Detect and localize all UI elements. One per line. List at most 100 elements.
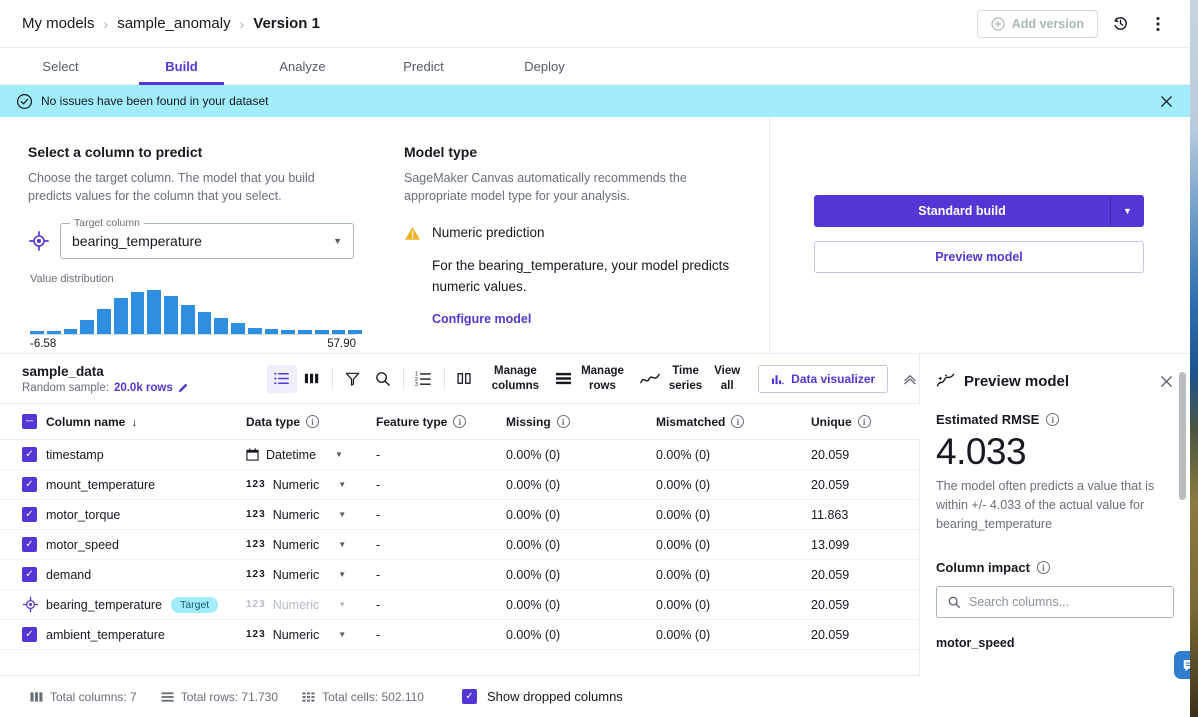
sample-rows-value[interactable]: 20.0k rows bbox=[114, 382, 173, 394]
show-dropped-columns-checkbox[interactable]: ✓ bbox=[461, 689, 477, 704]
build-options-dropdown[interactable]: ▼ bbox=[1110, 195, 1144, 227]
breadcrumb-item-my-models[interactable]: My models bbox=[22, 15, 95, 32]
dataset-status-banner: No issues have been found in your datase… bbox=[0, 85, 1190, 117]
chevron-down-icon[interactable]: ▼ bbox=[338, 630, 346, 639]
tab-analyze[interactable]: Analyze bbox=[242, 48, 363, 84]
time-series-label-1: Time bbox=[672, 365, 699, 378]
search-icon[interactable] bbox=[368, 365, 398, 393]
row-checkbox[interactable]: ✓ bbox=[22, 627, 37, 642]
show-dropped-columns-control[interactable]: ✓ Show dropped columns bbox=[461, 689, 623, 704]
show-dropped-columns-label: Show dropped columns bbox=[486, 689, 623, 704]
info-icon[interactable]: i bbox=[556, 415, 570, 428]
column-name-cell: mount_temperature bbox=[46, 469, 246, 500]
mismatched-cell: 0.00% (0) bbox=[656, 589, 811, 620]
target-crosshair-icon bbox=[28, 230, 50, 252]
histogram-bar bbox=[197, 312, 212, 335]
tab-deploy[interactable]: Deploy bbox=[484, 48, 605, 84]
preview-panel-scrollbar[interactable] bbox=[1179, 372, 1186, 500]
row-select-cell: ✓ bbox=[0, 469, 46, 500]
column-view-icon[interactable] bbox=[297, 365, 327, 393]
pencil-edit-icon[interactable] bbox=[178, 382, 189, 393]
column-name-label: ambient_temperature bbox=[46, 627, 165, 642]
row-select-cell: ✓ bbox=[0, 619, 46, 650]
select-all-checkbox[interactable]: ─ bbox=[22, 414, 37, 429]
chevron-down-icon[interactable]: ▼ bbox=[335, 450, 343, 459]
info-icon[interactable]: i bbox=[306, 415, 320, 428]
info-icon[interactable]: i bbox=[857, 415, 871, 428]
row-checkbox[interactable]: ✓ bbox=[22, 537, 37, 552]
configure-model-link[interactable]: Configure model bbox=[432, 312, 531, 326]
table-row[interactable]: ✓ ambient_temperature 123 Numeric ▼ -0.00% (0… bbox=[0, 619, 920, 650]
breadcrumb-item-sample-anomaly[interactable]: sample_anomaly bbox=[117, 15, 230, 32]
info-icon[interactable]: i bbox=[1046, 413, 1060, 426]
ordered-list-icon[interactable]: 123 bbox=[409, 365, 439, 393]
info-icon[interactable]: i bbox=[1036, 561, 1050, 574]
chevron-down-icon[interactable]: ▼ bbox=[338, 600, 346, 609]
view-all-button[interactable]: View all bbox=[714, 364, 740, 392]
chevron-down-icon[interactable]: ▼ bbox=[338, 480, 346, 489]
target-crosshair-icon[interactable] bbox=[22, 596, 46, 613]
total-columns-stat: Total columns: 7 bbox=[30, 690, 137, 704]
manage-columns-label-2: columns bbox=[491, 379, 540, 392]
split-columns-icon[interactable] bbox=[450, 365, 480, 393]
close-icon[interactable] bbox=[1159, 94, 1174, 109]
header-column-name[interactable]: Column name ↓ bbox=[46, 404, 246, 440]
chevron-down-icon[interactable]: ▼ bbox=[338, 510, 346, 519]
manage-columns-button[interactable]: Manage columns bbox=[492, 364, 539, 392]
chat-bubble-icon[interactable] bbox=[1174, 651, 1190, 679]
preview-model-button[interactable]: Preview model bbox=[814, 241, 1144, 273]
tab-build[interactable]: Build bbox=[121, 48, 242, 85]
kebab-menu-icon[interactable] bbox=[1142, 8, 1174, 40]
manage-rows-button[interactable]: Manage rows bbox=[555, 364, 624, 392]
filter-icon[interactable] bbox=[338, 365, 368, 393]
header-label: Column name bbox=[46, 414, 126, 429]
close-icon[interactable] bbox=[1159, 374, 1174, 389]
table-row[interactable]: ✓ demand 123 Numeric ▼ -0.00% (0) 0.00% (0) 20.… bbox=[0, 559, 920, 590]
histogram-bar bbox=[348, 330, 362, 335]
123-icon: 123 bbox=[246, 539, 266, 550]
table-row[interactable]: bearing_temperature Target 123 Numeric ▼ -0.0… bbox=[0, 589, 920, 620]
target-column-select[interactable]: Target column bearing_temperature ▼ bbox=[60, 217, 354, 260]
chevron-double-up-icon[interactable] bbox=[902, 371, 918, 387]
data-visualizer-button[interactable]: Data visualizer bbox=[758, 364, 889, 393]
add-version-label: Add version bbox=[1011, 16, 1084, 31]
search-icon bbox=[947, 595, 961, 609]
row-select-cell: ✓ bbox=[0, 439, 46, 470]
time-series-button[interactable]: Time series bbox=[640, 364, 702, 392]
dataset-name: sample_data bbox=[22, 363, 104, 379]
123-icon: 123 bbox=[246, 479, 266, 490]
table-row[interactable]: ✓ mount_temperature 123 Numeric ▼ -0.00% (0) 0… bbox=[0, 469, 920, 500]
search-input[interactable] bbox=[969, 595, 1163, 609]
missing-cell: 0.00% (0) bbox=[506, 559, 656, 590]
table-row[interactable]: ✓ motor_torque 123 Numeric ▼ -0.00% (0) 0.00% … bbox=[0, 499, 920, 530]
add-version-button[interactable]: Add version bbox=[976, 9, 1098, 38]
column-search-field[interactable] bbox=[936, 586, 1174, 618]
info-icon[interactable]: i bbox=[731, 415, 745, 428]
history-clock-icon[interactable] bbox=[1104, 8, 1136, 40]
tab-select[interactable]: Select bbox=[0, 48, 121, 84]
tab-label: Build bbox=[165, 58, 198, 74]
panel-description: Choose the target column. The model that… bbox=[28, 171, 315, 204]
list-view-icon[interactable] bbox=[266, 364, 297, 393]
table-row[interactable]: ✓ timestamp Datetime ▼ -0.00% (0) 0.00% (0) 20… bbox=[0, 439, 920, 470]
column-name-cell: motor_speed bbox=[46, 529, 246, 560]
standard-build-button[interactable]: Standard build ▼ bbox=[814, 195, 1144, 227]
123-icon: 123 bbox=[246, 599, 266, 610]
dataset-toolbar: sample_data Random sample: 20.0k rows 1 … bbox=[0, 354, 919, 404]
row-checkbox[interactable]: ✓ bbox=[22, 507, 37, 522]
row-checkbox[interactable]: ✓ bbox=[22, 447, 37, 462]
chevron-down-icon[interactable]: ▼ bbox=[338, 570, 346, 579]
manage-columns-label-1: Manage bbox=[494, 365, 537, 378]
chevron-down-icon[interactable]: ▼ bbox=[338, 540, 346, 549]
row-checkbox[interactable]: ✓ bbox=[22, 567, 37, 582]
missing-cell: 0.00% (0) bbox=[506, 529, 656, 560]
sagemaker-canvas-window: My models › sample_anomaly › Version 1 A… bbox=[0, 0, 1190, 717]
table-row[interactable]: ✓ motor_speed 123 Numeric ▼ -0.00% (0) 0.00% (… bbox=[0, 529, 920, 560]
info-icon[interactable]: i bbox=[453, 415, 467, 428]
row-checkbox[interactable]: ✓ bbox=[22, 477, 37, 492]
feature-type-cell: - bbox=[376, 619, 506, 650]
histogram-max-label: 57.90 bbox=[327, 338, 356, 351]
tab-predict[interactable]: Predict bbox=[363, 48, 484, 84]
data-type-cell: 123 Numeric ▼ bbox=[246, 499, 376, 530]
manage-rows-label-2: rows bbox=[589, 379, 616, 392]
